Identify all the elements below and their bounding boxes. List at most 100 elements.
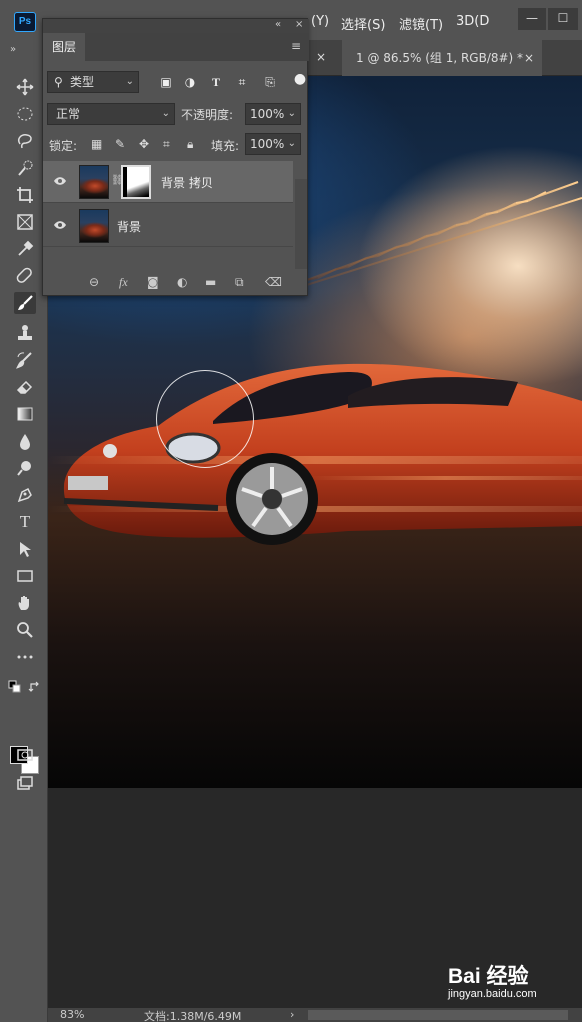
adjustment-filter-icon[interactable]: ◑	[183, 75, 197, 89]
type-filter-icon[interactable]: T	[209, 75, 223, 90]
link-icon[interactable]: ⊖	[89, 275, 99, 289]
photoshop-logo: Ps	[14, 12, 36, 32]
search-icon: ⚲	[54, 75, 63, 89]
move-tool-icon[interactable]	[14, 76, 36, 98]
lasso-tool-icon[interactable]	[14, 130, 36, 152]
trash-icon[interactable]: ⌫	[265, 275, 282, 289]
previous-tab-close-icon[interactable]: ×	[316, 50, 326, 64]
lock-all-icon[interactable]: 🔒︎	[187, 137, 193, 152]
crop-tool-icon[interactable]	[14, 184, 36, 206]
history-brush-tool-icon[interactable]	[14, 349, 36, 371]
document-tab-title: 1 @ 86.5% (组 1, RGB/8#) *	[356, 51, 524, 65]
screen-mode-icon[interactable]	[14, 772, 36, 794]
layer-mask-thumbnail[interactable]	[121, 165, 151, 199]
layers-panel-header: 图层 ≡	[43, 33, 309, 61]
watermark-logo: Bai 经验	[448, 965, 529, 988]
minimize-button[interactable]: —	[518, 8, 546, 30]
swap-colors-icon[interactable]	[28, 680, 42, 694]
marquee-tool-icon[interactable]	[14, 103, 36, 125]
layer-name[interactable]: 背景 拷贝	[161, 174, 213, 191]
path-selection-tool-icon[interactable]	[14, 538, 36, 560]
opacity-input[interactable]: 100% ⌄	[245, 103, 301, 125]
opacity-value: 100%	[250, 107, 285, 121]
fill-label: 填充:	[211, 139, 240, 153]
more-tools-icon[interactable]	[14, 646, 36, 668]
fx-icon[interactable]: fx	[119, 275, 128, 290]
hand-tool-icon[interactable]	[14, 592, 36, 614]
panel-menu-icon[interactable]: ≡	[291, 39, 301, 53]
add-mask-icon[interactable]: ◙	[147, 275, 159, 289]
dodge-tool-icon[interactable]	[14, 457, 36, 479]
blur-tool-icon[interactable]	[14, 430, 36, 452]
fill-value: 100%	[250, 137, 285, 151]
eyedropper-tool-icon[interactable]	[14, 238, 36, 260]
panel-collapse-icon[interactable]: «	[275, 19, 281, 30]
layer-row-background[interactable]: 背景	[43, 205, 293, 247]
visibility-eye-icon[interactable]	[53, 218, 67, 232]
smart-object-filter-icon[interactable]: ⎘	[263, 75, 277, 90]
layer-thumbnail	[79, 165, 109, 199]
layer-row-background-copy[interactable]: ⛓ 背景 拷贝	[43, 161, 293, 203]
car-graphic	[48, 363, 582, 545]
panel-close-icon[interactable]: ×	[295, 19, 303, 30]
chevron-down-icon: ⌄	[287, 108, 296, 119]
shape-filter-icon[interactable]: ⌗	[235, 75, 249, 90]
baidu-jingyan-watermark: Bai 经验 jingyan.baidu.com	[448, 960, 578, 1008]
layers-panel-titlebar: « ×	[43, 19, 309, 33]
status-bar: 83% 文档:1.38M/6.49M ›	[48, 1008, 582, 1022]
maximize-button[interactable]: ☐	[548, 8, 578, 30]
pen-tool-icon[interactable]	[14, 484, 36, 506]
chevron-down-icon: ⌄	[161, 108, 170, 119]
document-tab[interactable]: 1 @ 86.5% (组 1, RGB/8#) * ×	[342, 40, 542, 76]
visibility-eye-icon[interactable]	[53, 174, 67, 188]
watermark-url: jingyan.baidu.com	[448, 988, 537, 1000]
document-tab-close-icon[interactable]: ×	[524, 40, 534, 76]
layers-tab[interactable]: 图层	[43, 33, 85, 61]
document-size: 文档:1.38M/6.49M	[144, 1010, 242, 1022]
menu-image[interactable]: (Y)	[311, 14, 329, 29]
lock-pixels-icon[interactable]: ✎	[115, 137, 125, 151]
layers-scrollbar[interactable]	[295, 179, 307, 269]
chevron-down-icon: ⌄	[125, 76, 134, 87]
fill-input[interactable]: 100% ⌄	[245, 133, 301, 155]
quick-mask-icon[interactable]	[14, 744, 36, 766]
new-layer-icon[interactable]: ⧉	[235, 275, 244, 290]
lock-artboard-icon[interactable]: ⌗	[163, 137, 170, 152]
clone-stamp-tool-icon[interactable]	[14, 322, 36, 344]
eraser-tool-icon[interactable]	[14, 376, 36, 398]
group-folder-icon[interactable]: ▬	[205, 275, 216, 289]
layers-panel-footer: ⊖ fx ◙ ◐ ▬ ⧉ ⌫	[43, 271, 307, 295]
filter-toggle-icon[interactable]: ●	[293, 71, 307, 87]
chevron-down-icon: ⌄	[287, 138, 296, 149]
layer-filter-select[interactable]: ⚲ 类型 ⌄	[47, 71, 139, 93]
lock-transparency-icon[interactable]: ▦	[91, 137, 102, 151]
menu-filter[interactable]: 滤镜(T)	[399, 14, 443, 33]
blend-mode-select[interactable]: 正常 ⌄	[47, 103, 175, 125]
blend-mode-value: 正常	[56, 107, 81, 121]
menu-select[interactable]: 选择(S)	[341, 14, 385, 33]
toolbar-collapse-icon[interactable]: »	[10, 44, 16, 55]
healing-brush-tool-icon[interactable]	[14, 265, 36, 287]
image-filter-icon[interactable]: ▣	[159, 75, 173, 89]
status-menu-icon[interactable]: ›	[290, 1008, 294, 1021]
quick-select-tool-icon[interactable]	[14, 157, 36, 179]
brush-tool-icon[interactable]	[14, 292, 36, 314]
zoom-tool-icon[interactable]	[14, 619, 36, 641]
lock-position-icon[interactable]: ✥	[139, 137, 149, 151]
layers-panel: « × 图层 ≡ ⚲ 类型 ⌄ ▣ ◑ T ⌗ ⎘ ● 正常 ⌄ 不透明度: 1…	[42, 18, 309, 296]
layer-name[interactable]: 背景	[117, 218, 141, 235]
gradient-tool-icon[interactable]	[14, 403, 36, 425]
layer-filter-label: 类型	[70, 75, 95, 89]
frame-tool-icon[interactable]	[14, 211, 36, 233]
type-tool-icon[interactable]: T	[14, 511, 36, 533]
opacity-label: 不透明度:	[181, 108, 234, 122]
menu-3d[interactable]: 3D(D	[456, 14, 489, 29]
lock-label: 锁定:	[49, 139, 78, 153]
layer-thumbnail	[79, 209, 109, 243]
rectangle-tool-icon[interactable]	[14, 565, 36, 587]
zoom-level[interactable]: 83%	[60, 1008, 84, 1021]
adjustment-layer-icon[interactable]: ◐	[177, 275, 187, 289]
default-colors-icon[interactable]	[8, 680, 22, 694]
horizontal-scrollbar[interactable]	[308, 1010, 568, 1020]
tools-panel: » T	[0, 40, 48, 1022]
